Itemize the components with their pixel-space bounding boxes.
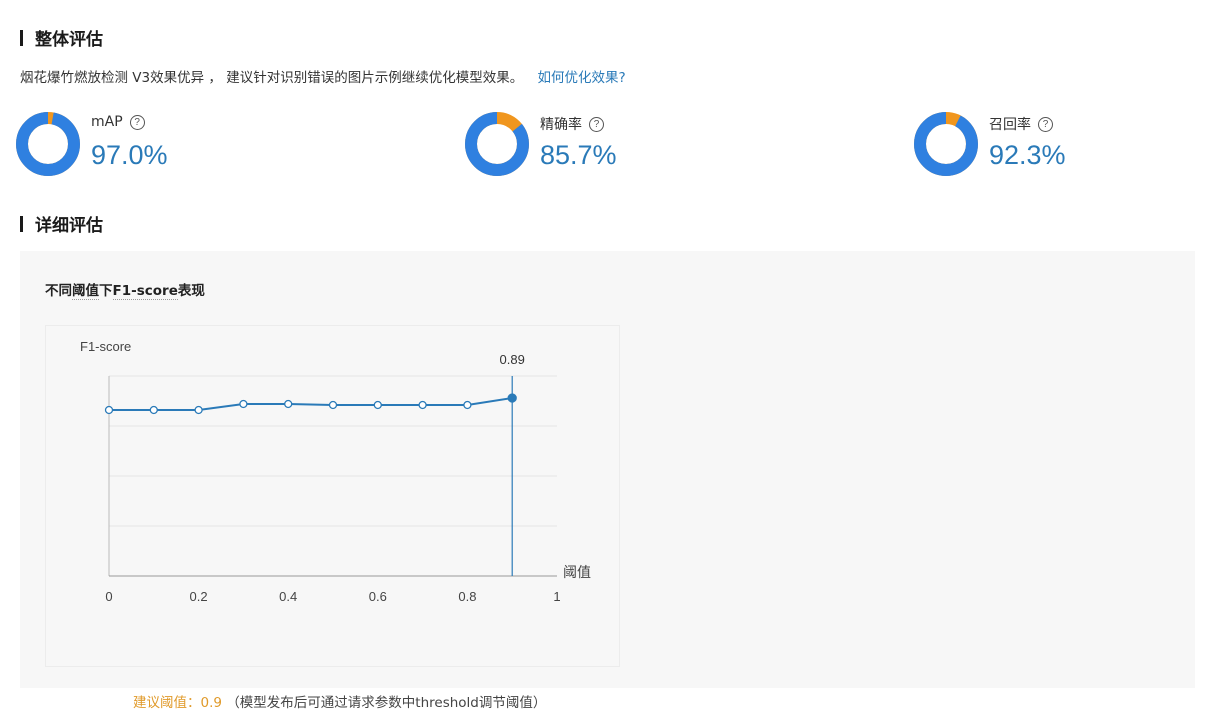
detail-panel: 不同阈值下F1-score表现 F1-score 阈值 0 0.2 0.4 0.6 0.8 1… [20,251,1195,711]
overall-summary: 烟花爆竹燃放检测 V3效果优异 ， 建议针对识别错误的图片示例继续优化模型效果。… [20,66,626,86]
donut-value-arc [914,112,978,176]
data-point[interactable] [284,399,293,409]
donut-value-arc [16,112,80,176]
highlight-value-label: 0.89 [500,352,525,367]
threshold-term[interactable]: 阈值 [72,283,99,300]
summary-text: 烟花爆竹燃放检测 V3效果优异 ， 建议针对识别错误的图片示例继续优化模型效果。 [20,70,524,86]
metric-label-row: mAP ? [91,114,145,130]
metric-map: mAP ? 97.0% [16,112,316,178]
chart-title: 不同阈值下F1-score表现 [45,279,205,300]
metric-label: mAP [91,114,123,130]
metric-label-row: 精确率 ? [540,114,604,134]
data-point[interactable] [149,405,158,415]
y-axis-label: F1-score [80,339,131,354]
data-point[interactable] [463,400,472,410]
data-point[interactable] [194,405,203,415]
data-point[interactable] [373,400,382,410]
f1-line-chart: F1-score 阈值 0 0.2 0.4 0.6 0.8 1 0.89 [80,339,591,604]
metric-label: 召回率 [989,117,1031,133]
precision-donut-chart [465,112,529,176]
question-circle-icon[interactable]: ? [589,116,604,132]
optimize-link[interactable]: 如何优化效果? [538,70,626,86]
data-point[interactable] [328,400,338,410]
suggested-threshold: 建议阈值：0.9 （模型发布后可通过请求参数中threshold调节阈值） [133,691,546,711]
chart-title-mid: 下 [99,283,113,299]
chart-title-prefix: 不同 [45,283,72,299]
suggested-threshold-note: （模型发布后可通过请求参数中threshold调节阈值） [226,695,547,711]
overall-section-title: 整体评估 [20,25,103,50]
x-tick-label: 0.8 [458,589,476,604]
detail-section-title: 详细评估 [20,211,103,236]
x-axis-label: 阈值 [563,565,591,581]
data-point[interactable] [104,405,114,415]
x-tick-label: 0.4 [279,589,297,604]
chart-title-suffix: 表现 [177,283,205,299]
f1-chart-container: F1-score 阈值 0 0.2 0.4 0.6 0.8 1 0.89 建议阈值：0.9 （模… [45,325,620,711]
map-donut-chart [16,112,80,176]
metric-value: 92.3% [989,140,1066,170]
detail-title-text: 详细评估 [35,216,103,236]
x-tick-label: 0.6 [369,589,387,604]
data-point[interactable] [239,399,248,409]
metric-value: 97.0% [91,140,168,170]
suggested-threshold-label: 建议阈值：0.9 [133,695,222,711]
f1-score-term[interactable]: F1-score [112,283,178,300]
x-tick-label: 1 [553,589,560,604]
metric-value: 85.7% [540,140,617,170]
x-tick-label: 0 [105,589,112,604]
highlight-point[interactable] [507,393,517,403]
metric-label-row: 召回率 ? [989,114,1053,134]
x-tick-label: 0.2 [190,589,208,604]
metric-precision: 精确率 ? 85.7% [465,112,765,178]
recall-donut-chart [914,112,978,176]
data-point[interactable] [418,400,427,410]
title-bar [20,215,23,232]
metric-recall: 召回率 ? 92.3% [914,112,1214,178]
metric-label: 精确率 [540,117,582,133]
question-circle-icon[interactable]: ? [1038,116,1053,132]
question-circle-icon[interactable]: ? [129,114,145,130]
overall-title-text: 整体评估 [35,30,103,50]
title-bar [20,29,23,46]
f1-series-line [109,397,513,411]
